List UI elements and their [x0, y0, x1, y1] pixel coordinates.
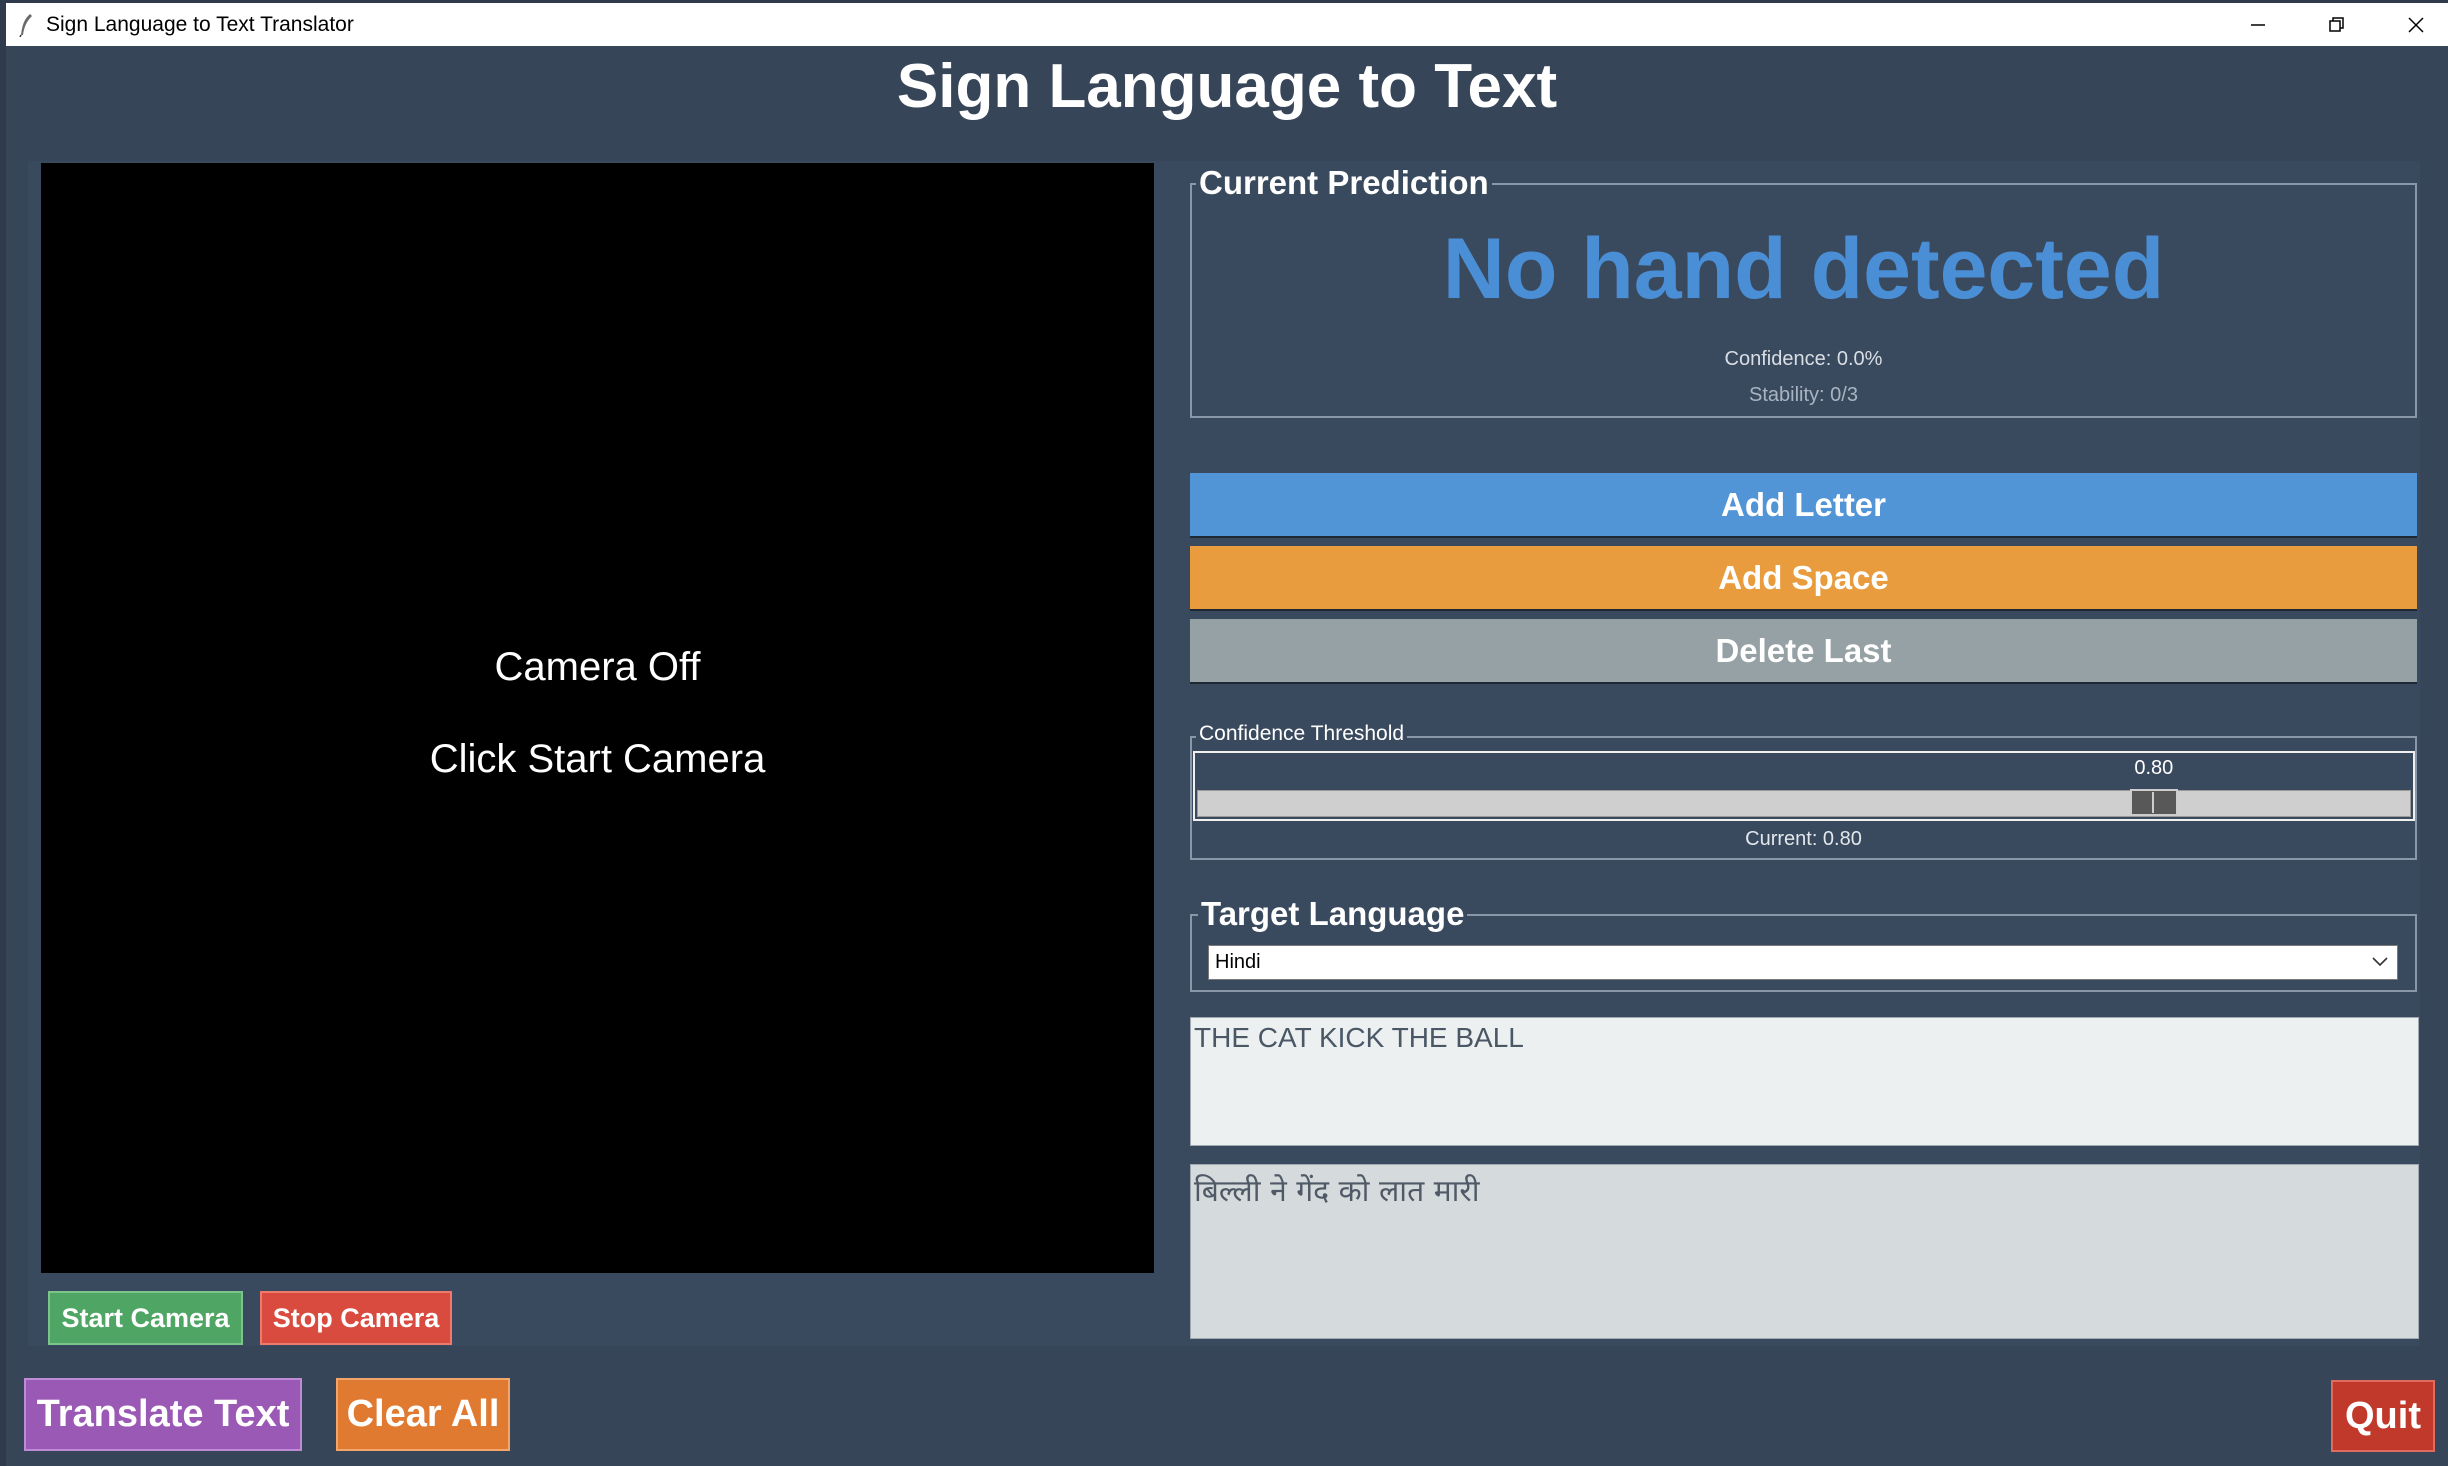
threshold-value-label: 0.80 — [2134, 757, 2174, 779]
threshold-current-label: Current: 0.80 — [1745, 828, 1862, 850]
language-legend: Target Language — [1198, 895, 1468, 933]
add-letter-button[interactable]: Add Letter — [1190, 473, 2417, 536]
source-text-area[interactable]: THE CAT KICK THE BALL — [1190, 1017, 2419, 1146]
add-space-button[interactable]: Add Space — [1190, 546, 2417, 609]
title-bar: Sign Language to Text Translator — [6, 3, 2448, 46]
language-select[interactable]: Hindi — [1208, 945, 2398, 980]
stability-label: Stability: 0/3 — [1749, 384, 1858, 406]
camera-view: Camera Off Click Start Camera — [41, 163, 1154, 1273]
translated-text-area[interactable]: बिल्ली ने गेंद को लात मारी — [1190, 1164, 2419, 1339]
page-title: Sign Language to Text — [896, 52, 1558, 121]
close-icon — [2408, 16, 2424, 33]
restore-button[interactable] — [2299, 3, 2375, 46]
close-button[interactable] — [2378, 3, 2448, 46]
camera-status-text: Camera Off — [494, 645, 701, 689]
start-camera-button[interactable]: Start Camera — [48, 1291, 243, 1345]
clear-all-button[interactable]: Clear All — [336, 1378, 510, 1451]
minimize-icon — [2251, 23, 2265, 26]
feather-icon — [19, 14, 32, 37]
stop-camera-button[interactable]: Stop Camera — [260, 1291, 452, 1345]
translate-text-button[interactable]: Translate Text — [24, 1378, 302, 1451]
delete-last-button[interactable]: Delete Last — [1190, 619, 2417, 682]
quit-button[interactable]: Quit — [2331, 1380, 2435, 1452]
language-selected-value: Hindi — [1215, 951, 1261, 973]
prediction-legend: Current Prediction — [1196, 164, 1492, 202]
window-title: Sign Language to Text Translator — [46, 13, 354, 36]
threshold-slider-track[interactable] — [1197, 790, 2411, 817]
camera-hint-text: Click Start Camera — [429, 737, 766, 781]
prediction-value: No hand detected — [1442, 221, 2165, 317]
minimize-button[interactable] — [2220, 3, 2296, 46]
chevron-down-icon — [2372, 957, 2388, 967]
confidence-label: Confidence: 0.0% — [1724, 348, 1883, 370]
threshold-slider-handle[interactable] — [2129, 789, 2178, 816]
threshold-legend: Confidence Threshold — [1196, 722, 1408, 746]
restore-icon — [2329, 16, 2344, 32]
